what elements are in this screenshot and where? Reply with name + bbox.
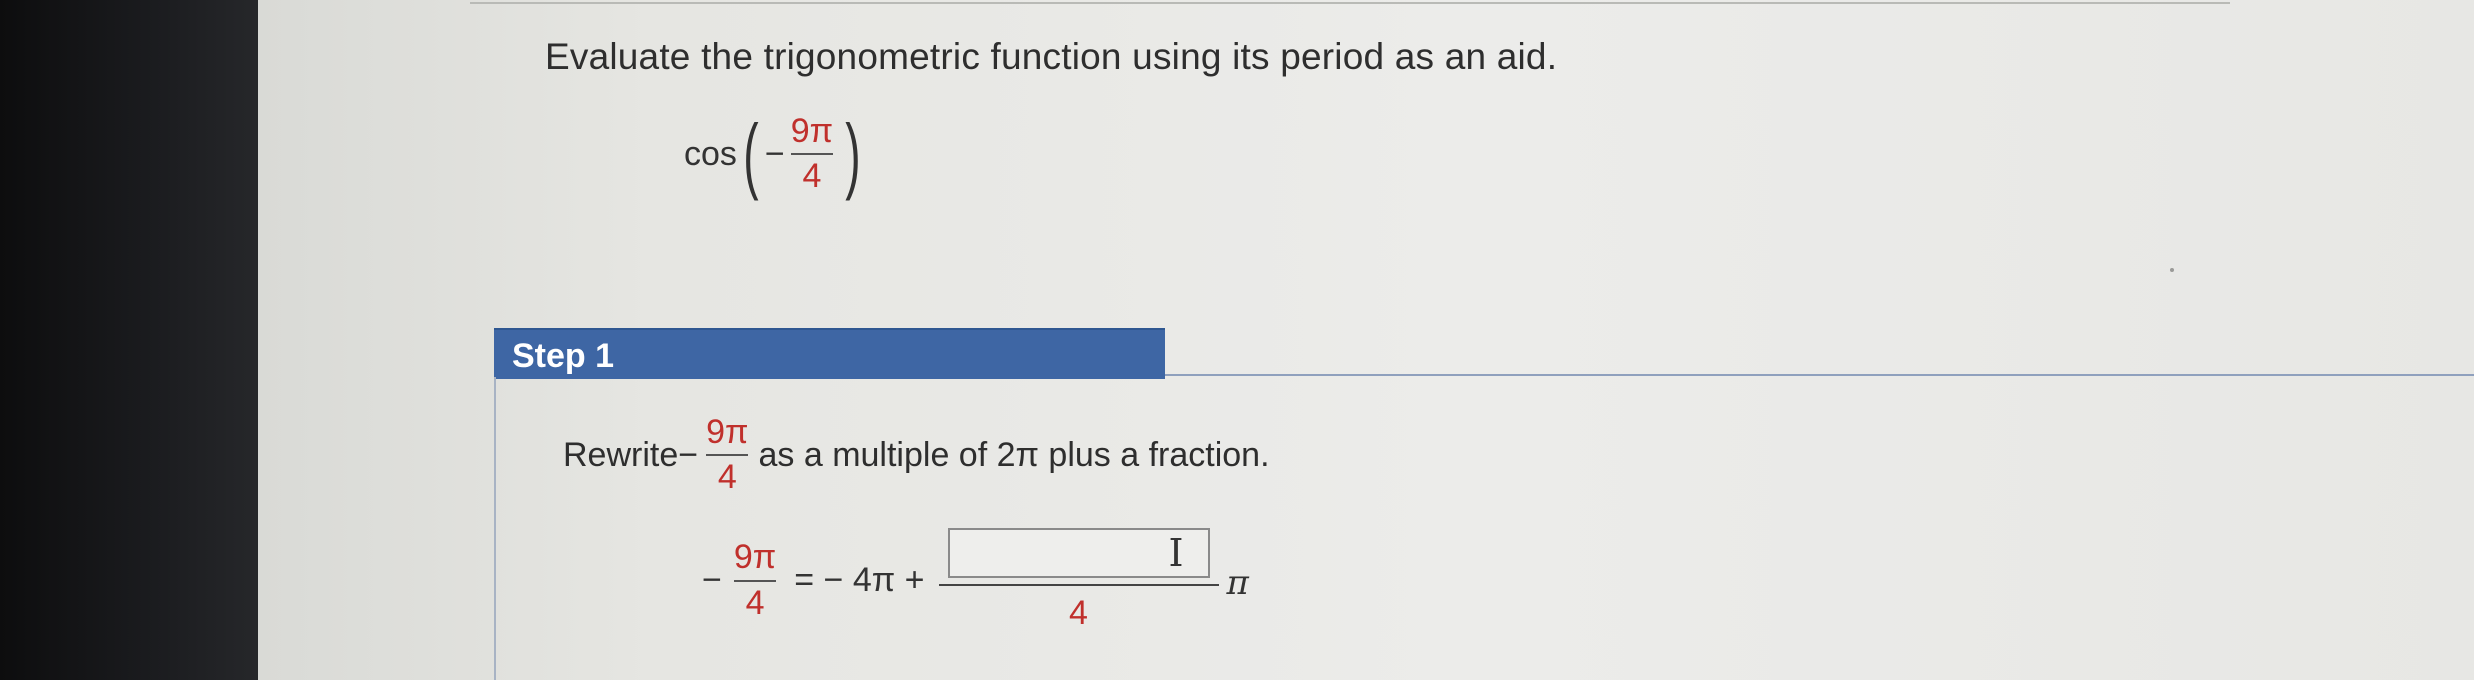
expression-sign: −	[764, 134, 785, 173]
close-paren: )	[845, 107, 861, 201]
step-equation: − 9π 4 = − 4π + I 4 π	[702, 528, 1249, 633]
fraction-bar	[790, 153, 834, 155]
step-label: Step 1	[512, 337, 615, 375]
step-header: Step 1	[494, 328, 1165, 379]
answer-denominator: 4	[1069, 594, 1088, 632]
text-cursor-icon: I	[1168, 531, 1184, 575]
lhs-fraction: 9π 4	[733, 538, 777, 622]
expression-denominator: 4	[802, 157, 822, 195]
problem-page: Evaluate the trigonometric function usin…	[258, 0, 2474, 680]
expression-numerator: 9π	[790, 111, 834, 150]
step-divider	[1165, 374, 2474, 376]
fraction-bar	[733, 579, 777, 582]
instruction-prefix: Rewrite−	[563, 435, 699, 474]
instruction-denominator: 4	[717, 458, 737, 497]
question-prompt: Evaluate the trigonometric function usin…	[545, 36, 1558, 77]
open-paren: (	[743, 107, 759, 201]
equation-middle: = − 4π +	[794, 561, 925, 599]
step-instruction: Rewrite− 9π 4 as a multiple of 2π plus a…	[563, 413, 1270, 497]
answer-fraction: I 4	[938, 528, 1219, 633]
lhs-denominator: 4	[745, 583, 765, 622]
trailing-pi: π	[1226, 562, 1249, 603]
expression-fraction: 9π 4	[790, 111, 834, 196]
fraction-bar	[706, 454, 749, 457]
screen: Evaluate the trigonometric function usin…	[0, 0, 2474, 680]
fraction-bar	[938, 584, 1219, 586]
function-name: cos	[684, 134, 737, 173]
top-divider	[470, 2, 2230, 4]
answer-input[interactable]: I	[947, 528, 1210, 578]
speck	[2170, 268, 2174, 272]
instruction-fraction: 9π 4	[706, 413, 749, 497]
monitor-bezel	[0, 0, 258, 680]
lhs-numerator: 9π	[733, 538, 777, 577]
instruction-suffix: as a multiple of 2π plus a fraction.	[758, 435, 1270, 474]
instruction-numerator: 9π	[706, 413, 749, 451]
given-expression: cos ( − 9π 4 )	[684, 104, 867, 204]
lhs-sign: −	[702, 561, 722, 599]
